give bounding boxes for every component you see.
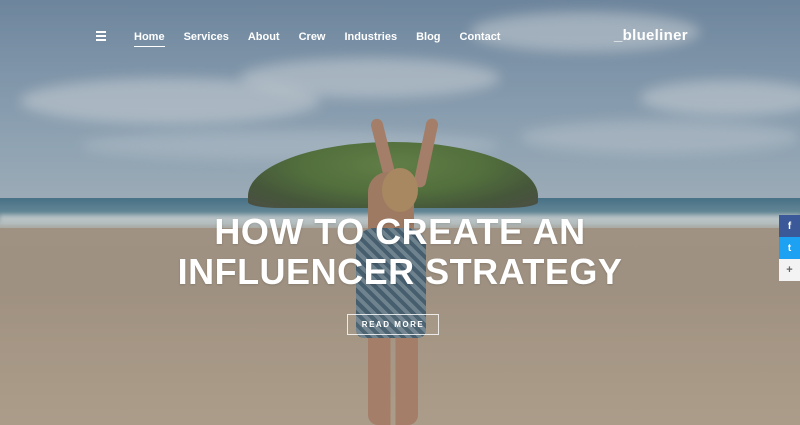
nav-home[interactable]: Home bbox=[134, 30, 165, 47]
hamburger-icon[interactable] bbox=[96, 31, 108, 41]
read-more-button[interactable]: READ MORE bbox=[347, 314, 439, 335]
nav-blog[interactable]: Blog bbox=[416, 30, 440, 47]
facebook-icon[interactable]: f bbox=[779, 215, 800, 237]
hero-title-line-1: HOW TO CREATE AN bbox=[214, 211, 586, 252]
nav-about[interactable]: About bbox=[248, 30, 280, 47]
hero-title: HOW TO CREATE AN INFLUENCER STRATEGY bbox=[0, 212, 800, 292]
nav-crew[interactable]: Crew bbox=[299, 30, 326, 47]
site-logo[interactable]: _blueliner bbox=[614, 27, 688, 44]
nav-industries[interactable]: Industries bbox=[345, 30, 398, 47]
plus-icon[interactable]: + bbox=[779, 259, 800, 281]
social-share-bar: f t + bbox=[779, 215, 800, 281]
nav-contact[interactable]: Contact bbox=[460, 30, 501, 47]
twitter-icon[interactable]: t bbox=[779, 237, 800, 259]
hero-title-line-2: INFLUENCER STRATEGY bbox=[177, 251, 623, 292]
nav-services[interactable]: Services bbox=[184, 30, 229, 47]
hero-section: HOW TO CREATE AN INFLUENCER STRATEGY bbox=[0, 212, 800, 292]
main-nav: Home Services About Crew Industries Blog… bbox=[134, 30, 519, 47]
